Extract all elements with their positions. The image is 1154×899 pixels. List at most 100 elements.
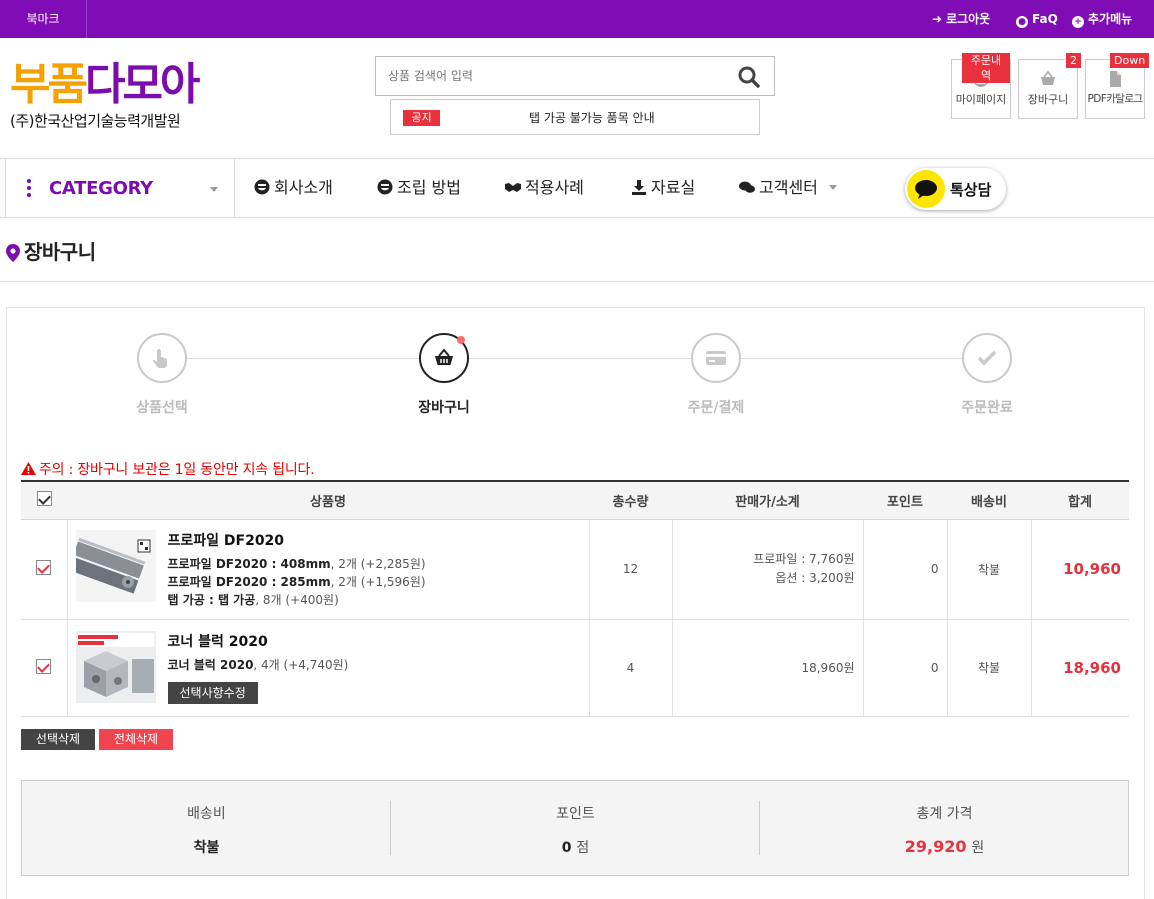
- step-complete: [962, 333, 1012, 383]
- step-cart-label: 장바구니: [418, 400, 470, 416]
- col-header-price: 판매가/소계: [672, 480, 863, 520]
- nav-company[interactable]: 회사소개: [254, 178, 333, 198]
- qty-cell: 4: [588, 619, 672, 717]
- notice-bar[interactable]: 공지 탭 가공 불가능 품목 안내: [390, 99, 760, 135]
- chevron-down-icon: [828, 185, 837, 190]
- mypage-button[interactable]: 주문내역 마이페이지: [951, 53, 1011, 119]
- search-input[interactable]: [376, 57, 716, 95]
- warning-icon: [21, 462, 36, 475]
- notice-text[interactable]: 탭 가공 불가능 품목 안내: [529, 110, 655, 126]
- product-option: 프로파일 DF2020 : 408mm, 2개 (+2,285원): [168, 555, 426, 573]
- table-header-row: 상품명 총수량 판매가/소계 포인트 배송비 합계: [21, 480, 1129, 520]
- option-detail: , 2개 (+1,596원): [330, 574, 426, 589]
- kakao-talk-button[interactable]: 톡상담: [905, 168, 1006, 210]
- col-header-qty: 총수량: [589, 480, 672, 520]
- search-icon[interactable]: [738, 66, 760, 88]
- logout-link[interactable]: ➜ 로그아웃: [932, 0, 990, 38]
- download-icon: [632, 180, 646, 195]
- plus-circle-icon: +: [1072, 16, 1084, 28]
- smile-icon: [377, 179, 393, 195]
- table-row: 코너 블럭 2020 코너 블럭 2020, 4개 (+4,740원) 선택사항…: [21, 619, 1129, 717]
- col-header-total: 합계: [1031, 480, 1129, 520]
- kakao-label: 톡상담: [950, 181, 992, 199]
- point-cell: 0: [862, 519, 947, 620]
- top-bar: 북마크 ➜ 로그아웃 ● FaQ + 추가메뉴: [0, 0, 1154, 38]
- product-option: 탭 가공 : 탭 가공, 8개 (+400원): [168, 591, 426, 609]
- col-header-product: 상품명: [67, 480, 589, 520]
- site-logo[interactable]: 부품다모아 (주)한국산업기술능력개발원: [10, 59, 200, 131]
- cart-warning: 주의 : 장바구니 보관은 1일 동안만 지속 됩니다.: [21, 459, 315, 479]
- nav-assembly-label: 조립 방법: [397, 178, 461, 197]
- order-history-badge[interactable]: 주문내역: [962, 53, 1010, 83]
- shipping-cell: 착불: [946, 619, 1031, 717]
- logo-text-2: 다모아: [84, 59, 200, 110]
- summary-point: 포인트 0 점: [391, 781, 760, 877]
- product-name[interactable]: 프로파일 DF2020: [168, 530, 426, 550]
- nav-downloads-label: 자료실: [651, 178, 696, 197]
- delete-all-button[interactable]: 전체삭제: [99, 729, 173, 750]
- col-header-shipping: 배송비: [947, 480, 1031, 520]
- row-checkbox[interactable]: [36, 560, 52, 575]
- more-menu-label: 추가메뉴: [1088, 12, 1133, 26]
- product-thumbnail[interactable]: [75, 529, 156, 602]
- product-cell: 프로파일 DF2020 프로파일 DF2020 : 408mm, 2개 (+2,…: [66, 519, 589, 620]
- summary-shipping: 배송비 착불: [22, 781, 391, 877]
- logout-icon: ➜: [932, 12, 943, 26]
- select-all-checkbox[interactable]: [36, 490, 52, 506]
- edit-options-button[interactable]: 선택사항수정: [167, 682, 258, 704]
- row-select-cell: [21, 519, 67, 620]
- total-cell: 10,960: [1030, 519, 1129, 620]
- option-name: 탭 가공 : 탭 가공: [167, 592, 256, 607]
- row-total: 10,960: [1063, 560, 1121, 578]
- faq-link[interactable]: ● FaQ: [1016, 0, 1058, 38]
- price-line: 18,960원: [801, 661, 855, 675]
- row-select-cell: [21, 619, 67, 717]
- more-menu-link[interactable]: + 추가메뉴: [1072, 0, 1132, 38]
- product-thumbnail[interactable]: [75, 631, 156, 703]
- kakao-icon: [907, 170, 945, 208]
- step-active-dot: [457, 336, 465, 344]
- faq-label: FaQ: [1032, 12, 1058, 26]
- page-title-text: 장바구니: [24, 240, 96, 264]
- hand-pointer-icon: [153, 349, 167, 368]
- summary-point-label: 포인트: [556, 806, 595, 822]
- option-name: 코너 블럭 2020: [167, 658, 254, 672]
- option-detail: , 8개 (+400원): [255, 592, 339, 607]
- nav-company-label: 회사소개: [274, 178, 333, 197]
- handshake-icon: [505, 183, 521, 192]
- cart-table: 상품명 총수량 판매가/소계 포인트 배송비 합계 프로파일 DF2020 프로…: [21, 480, 1129, 717]
- bookmark-link[interactable]: 북마크: [0, 0, 87, 38]
- nav-downloads[interactable]: 자료실: [631, 178, 695, 198]
- nav-support[interactable]: 고객센터: [739, 178, 837, 198]
- smile-icon: [254, 179, 270, 195]
- point-cell: 0: [862, 619, 947, 717]
- cart-button[interactable]: 2 장바구니: [1018, 53, 1081, 119]
- logo-text-1: 부품: [10, 59, 88, 110]
- option-detail: , 2개 (+2,285원): [330, 556, 426, 571]
- pdf-catalog-label: PDF카탈로그: [1087, 93, 1144, 105]
- step-payment: [691, 333, 741, 383]
- nav-assembly[interactable]: 조립 방법: [377, 178, 461, 198]
- mypage-label: 마이페이지: [955, 93, 1007, 106]
- product-name[interactable]: 코너 블럭 2020: [168, 631, 349, 651]
- step-progress-line: [162, 358, 987, 359]
- summary-shipping-value: 착불: [193, 840, 220, 856]
- cart-label: 장바구니: [1027, 93, 1069, 106]
- summary-point-unit: 점: [576, 840, 590, 856]
- price-line: 옵션 : 3,200원: [775, 571, 855, 585]
- category-menu[interactable]: CATEGORY: [5, 158, 235, 218]
- price-cell: 프로파일 : 7,760원 옵션 : 3,200원: [671, 519, 863, 620]
- delete-selected-button[interactable]: 선택삭제: [21, 729, 95, 750]
- map-pin-icon: [6, 244, 20, 262]
- step-select-product-label: 상품선택: [136, 400, 188, 416]
- nav-support-label: 고객센터: [759, 178, 818, 197]
- chevron-down-icon: [210, 187, 218, 192]
- summary-total-label: 총계 가격: [916, 806, 973, 822]
- summary-shipping-label: 배송비: [187, 806, 226, 822]
- logout-label: 로그아웃: [946, 12, 991, 26]
- pdf-catalog-button[interactable]: Down PDF카탈로그: [1085, 53, 1150, 119]
- vertical-dots-icon: [27, 179, 31, 197]
- row-checkbox[interactable]: [36, 658, 52, 674]
- title-divider: [0, 281, 1154, 282]
- nav-cases[interactable]: 적용사례: [505, 178, 584, 198]
